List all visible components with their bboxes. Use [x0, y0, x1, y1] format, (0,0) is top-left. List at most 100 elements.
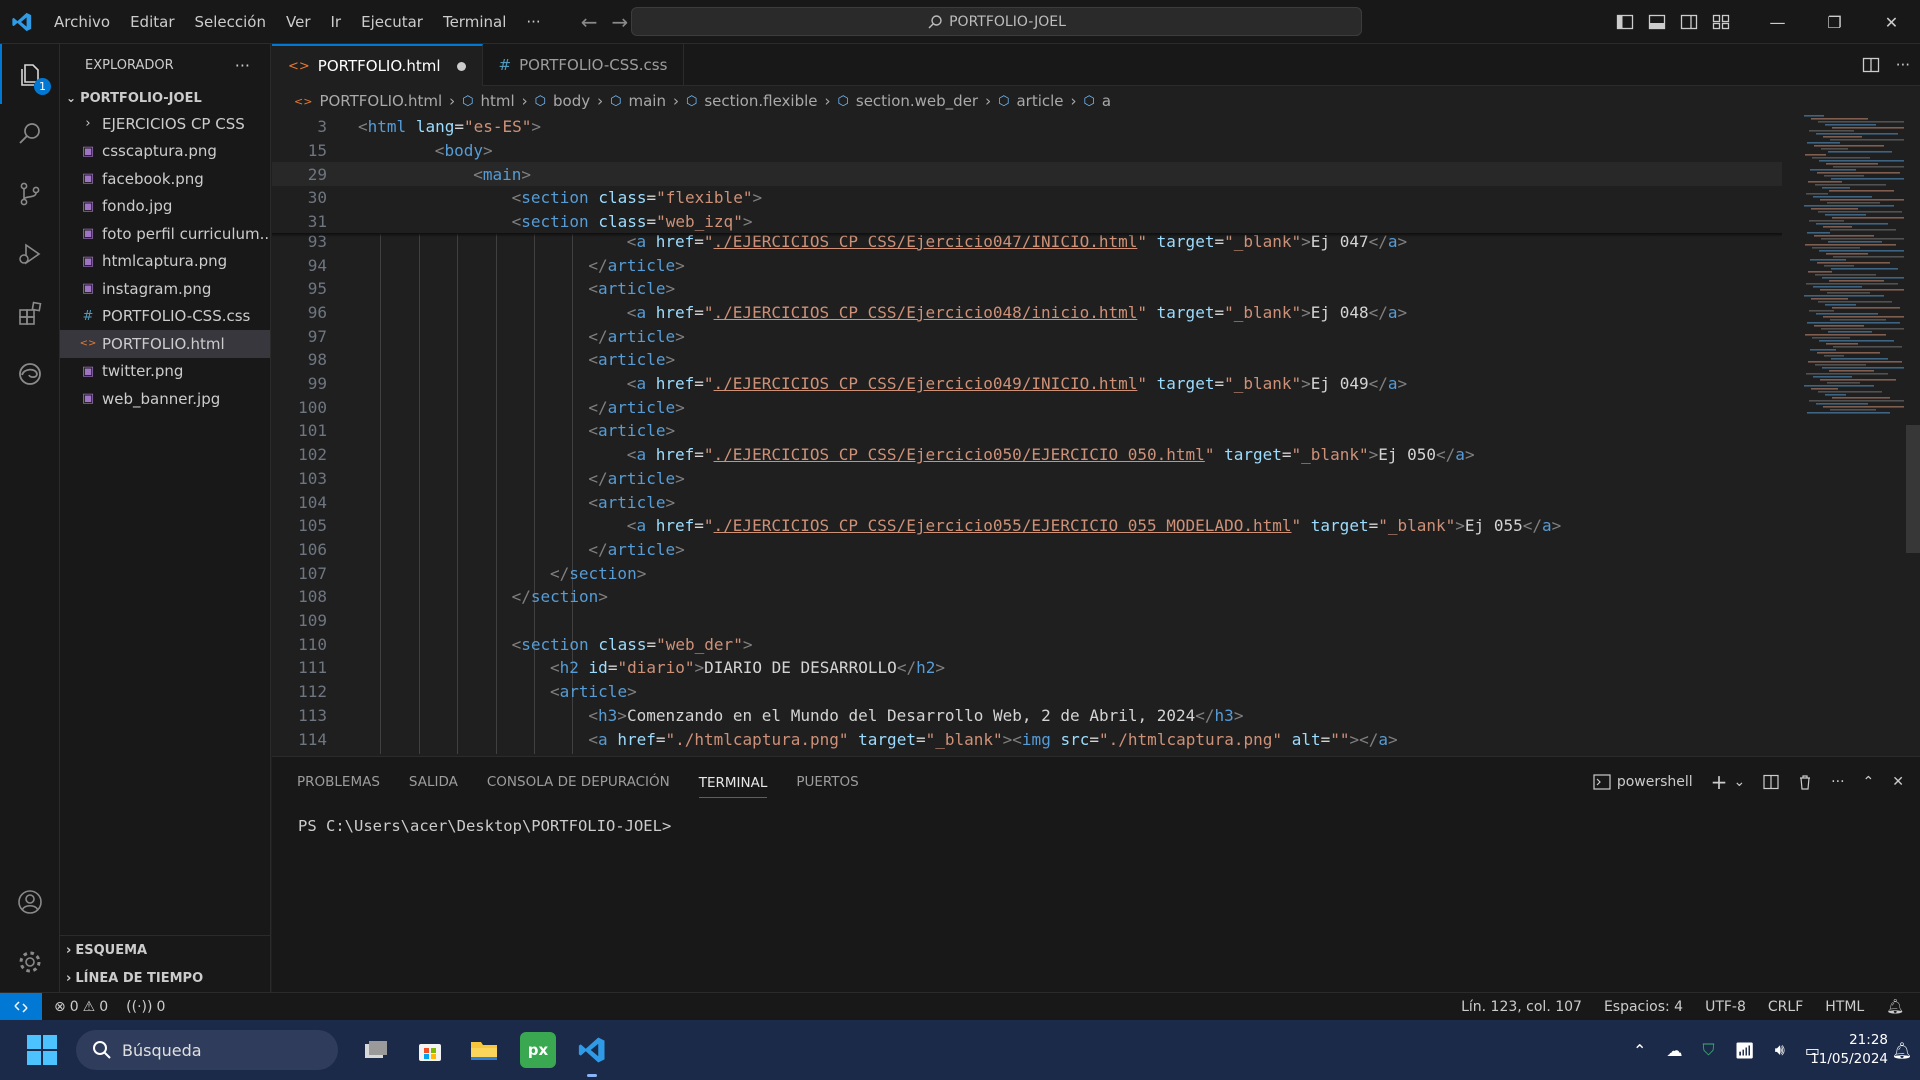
- code-line[interactable]: 108 </section>: [272, 585, 1782, 609]
- tab-portfolio-css[interactable]: # PORTFOLIO-CSS.css: [483, 44, 685, 86]
- code-line[interactable]: 106 </article>: [272, 538, 1782, 562]
- tree-item[interactable]: <> PORTFOLIO.html: [60, 330, 270, 358]
- accounts-activity[interactable]: [0, 872, 60, 932]
- code-line[interactable]: 102 <a href="./EJERCICIOS CP CSS/Ejercici…: [272, 443, 1782, 467]
- code-line[interactable]: 103 </article>: [272, 467, 1782, 491]
- explorer-more-button[interactable]: ···: [235, 56, 250, 75]
- vscode-taskbar-icon[interactable]: [574, 1032, 610, 1077]
- outline-section[interactable]: › ESQUEMA: [60, 936, 270, 964]
- code-line[interactable]: 111 <h2 id="diario">DIARIO DE DESARROLLO<…: [272, 656, 1782, 680]
- code-line[interactable]: 95 <article>: [272, 277, 1782, 301]
- toggle-secondary-sidebar-icon[interactable]: [1680, 13, 1698, 31]
- menu-ir[interactable]: Ir: [321, 0, 352, 44]
- problems-status[interactable]: ⊗ 0 ⚠ 0: [54, 999, 108, 1015]
- sticky-line[interactable]: 3 <html lang="es-ES">: [272, 115, 1782, 139]
- split-editor-icon[interactable]: [1862, 56, 1880, 74]
- remote-indicator-icon[interactable]: [0, 992, 42, 1021]
- code-line[interactable]: 105 <a href="./EJERCICIOS CP CSS/Ejercici…: [272, 514, 1782, 538]
- menu-more[interactable]: ···: [516, 0, 550, 44]
- pixlr-icon[interactable]: px: [520, 1032, 556, 1068]
- sticky-line[interactable]: 29 <main>: [272, 162, 1782, 187]
- tree-item[interactable]: ▣ foto perfil curriculum....: [60, 220, 270, 248]
- chevron-up-icon[interactable]: ⌃: [1633, 1041, 1646, 1060]
- close-panel-icon[interactable]: ✕: [1892, 774, 1904, 790]
- defender-shield-icon[interactable]: ⛉: [1702, 1040, 1714, 1060]
- toggle-primary-sidebar-icon[interactable]: [1616, 13, 1634, 31]
- tree-item[interactable]: ▣ htmlcaptura.png: [60, 248, 270, 276]
- code-line[interactable]: 100 </article>: [272, 395, 1782, 419]
- maximize-panel-icon[interactable]: ⌃: [1863, 774, 1875, 790]
- wifi-icon[interactable]: 📶︎: [1734, 1041, 1754, 1060]
- microsoft-store-icon[interactable]: [412, 1032, 448, 1068]
- taskbar-search[interactable]: Búsqueda: [76, 1030, 338, 1070]
- code-editor[interactable]: 93 <a href="./EJERCICIOS CP CSS/Ejercicio…: [272, 115, 1920, 756]
- terminal-shell-selector[interactable]: powershell: [1593, 774, 1693, 790]
- code-line[interactable]: 98 <article>: [272, 348, 1782, 372]
- customize-layout-icon[interactable]: [1712, 13, 1730, 31]
- code-line[interactable]: 114 <a href="./htmlcaptura.png" target="_…: [272, 727, 1782, 751]
- notification-center-icon[interactable]: 🔔︎: [1892, 1041, 1912, 1060]
- code-line[interactable]: 110 <section class="web_der">: [272, 632, 1782, 656]
- code-line[interactable]: 101 <article>: [272, 419, 1782, 443]
- panel-tab-debug-console[interactable]: CONSOLA DE DEPURACIÓN: [487, 774, 670, 790]
- more-actions-icon[interactable]: ···: [1896, 56, 1910, 74]
- explorer-activity[interactable]: 1: [0, 44, 60, 104]
- taskbar-clock[interactable]: 21:28 11/05/2024: [1810, 1031, 1888, 1069]
- ports-status[interactable]: ((·)) 0: [126, 999, 165, 1015]
- line-ending[interactable]: CRLF: [1768, 999, 1803, 1015]
- windows-start-icon[interactable]: [22, 1030, 62, 1070]
- tree-item[interactable]: ▣ web_banner.jpg: [60, 385, 270, 413]
- code-line[interactable]: 113 <h3>Comenzando en el Mundo del Desarr…: [272, 704, 1782, 728]
- breadcrumb-item[interactable]: main: [629, 92, 666, 110]
- panel-tab-terminal[interactable]: TERMINAL: [698, 775, 768, 798]
- terminal-prompt[interactable]: PS C:\Users\acer\Desktop\PORTFOLIO-JOEL>: [298, 817, 671, 835]
- menu-terminal[interactable]: Terminal: [433, 0, 516, 44]
- extensions-activity[interactable]: [0, 284, 60, 344]
- panel-tab-problems[interactable]: PROBLEMAS: [297, 774, 380, 790]
- breadcrumb-item[interactable]: PORTFOLIO.html: [319, 92, 442, 110]
- code-line[interactable]: 112 <article>: [272, 680, 1782, 704]
- editor-scrollbar[interactable]: [1906, 425, 1920, 553]
- breadcrumb-item[interactable]: body: [553, 92, 590, 110]
- edge-devtools-activity[interactable]: [0, 344, 60, 404]
- menu-ejecutar[interactable]: Ejecutar: [351, 0, 433, 44]
- onedrive-cloud-icon[interactable]: ☁: [1666, 1041, 1682, 1060]
- forward-arrow-icon[interactable]: →: [611, 10, 628, 34]
- split-terminal-icon[interactable]: [1763, 774, 1779, 790]
- tree-item[interactable]: ▣ fondo.jpg: [60, 193, 270, 221]
- menu-archivo[interactable]: Archivo: [44, 0, 120, 44]
- tree-item[interactable]: ▣ twitter.png: [60, 358, 270, 386]
- sticky-line[interactable]: 15 <body>: [272, 138, 1782, 163]
- breadcrumb-item[interactable]: article: [1016, 92, 1063, 110]
- minimize-icon[interactable]: —: [1749, 0, 1806, 44]
- menu-ver[interactable]: Ver: [276, 0, 321, 44]
- sticky-line[interactable]: 31 <section class="web_izq">: [272, 209, 1782, 234]
- tab-portfolio-html[interactable]: <> PORTFOLIO.html: [272, 44, 483, 86]
- tree-item[interactable]: ▣ instagram.png: [60, 275, 270, 303]
- task-view-icon[interactable]: [358, 1032, 394, 1068]
- chevron-down-icon[interactable]: ⌄: [1733, 774, 1745, 790]
- file-explorer-icon[interactable]: [466, 1032, 502, 1068]
- breadcrumb-item[interactable]: section.web_der: [856, 92, 978, 110]
- timeline-section[interactable]: › LÍNEA DE TIEMPO: [60, 964, 270, 992]
- code-line[interactable]: 97 </article>: [272, 324, 1782, 348]
- notifications-bell-icon[interactable]: 🔔︎: [1886, 999, 1904, 1015]
- code-line[interactable]: 104 <article>: [272, 490, 1782, 514]
- run-debug-activity[interactable]: [0, 224, 60, 284]
- sticky-line[interactable]: 30 <section class="flexible">: [272, 186, 1782, 210]
- search-activity[interactable]: [0, 104, 60, 164]
- menu-editar[interactable]: Editar: [120, 0, 184, 44]
- code-line[interactable]: 94 </article>: [272, 253, 1782, 277]
- new-terminal-icon[interactable]: +: [1711, 770, 1728, 794]
- breadcrumb-item[interactable]: a: [1102, 92, 1111, 110]
- volume-icon[interactable]: 🔊︎: [1775, 1040, 1785, 1060]
- breadcrumb-item[interactable]: html: [481, 92, 515, 110]
- indentation[interactable]: Espacios: 4: [1604, 999, 1683, 1015]
- tree-item[interactable]: ▣ facebook.png: [60, 165, 270, 193]
- minimap[interactable]: [1796, 115, 1906, 435]
- source-control-activity[interactable]: [0, 164, 60, 224]
- workspace-root[interactable]: ⌄ PORTFOLIO-JOEL: [60, 86, 270, 110]
- manage-activity[interactable]: [0, 932, 60, 992]
- language-mode[interactable]: HTML: [1825, 999, 1864, 1015]
- tree-item[interactable]: › EJERCICIOS CP CSS: [60, 110, 270, 138]
